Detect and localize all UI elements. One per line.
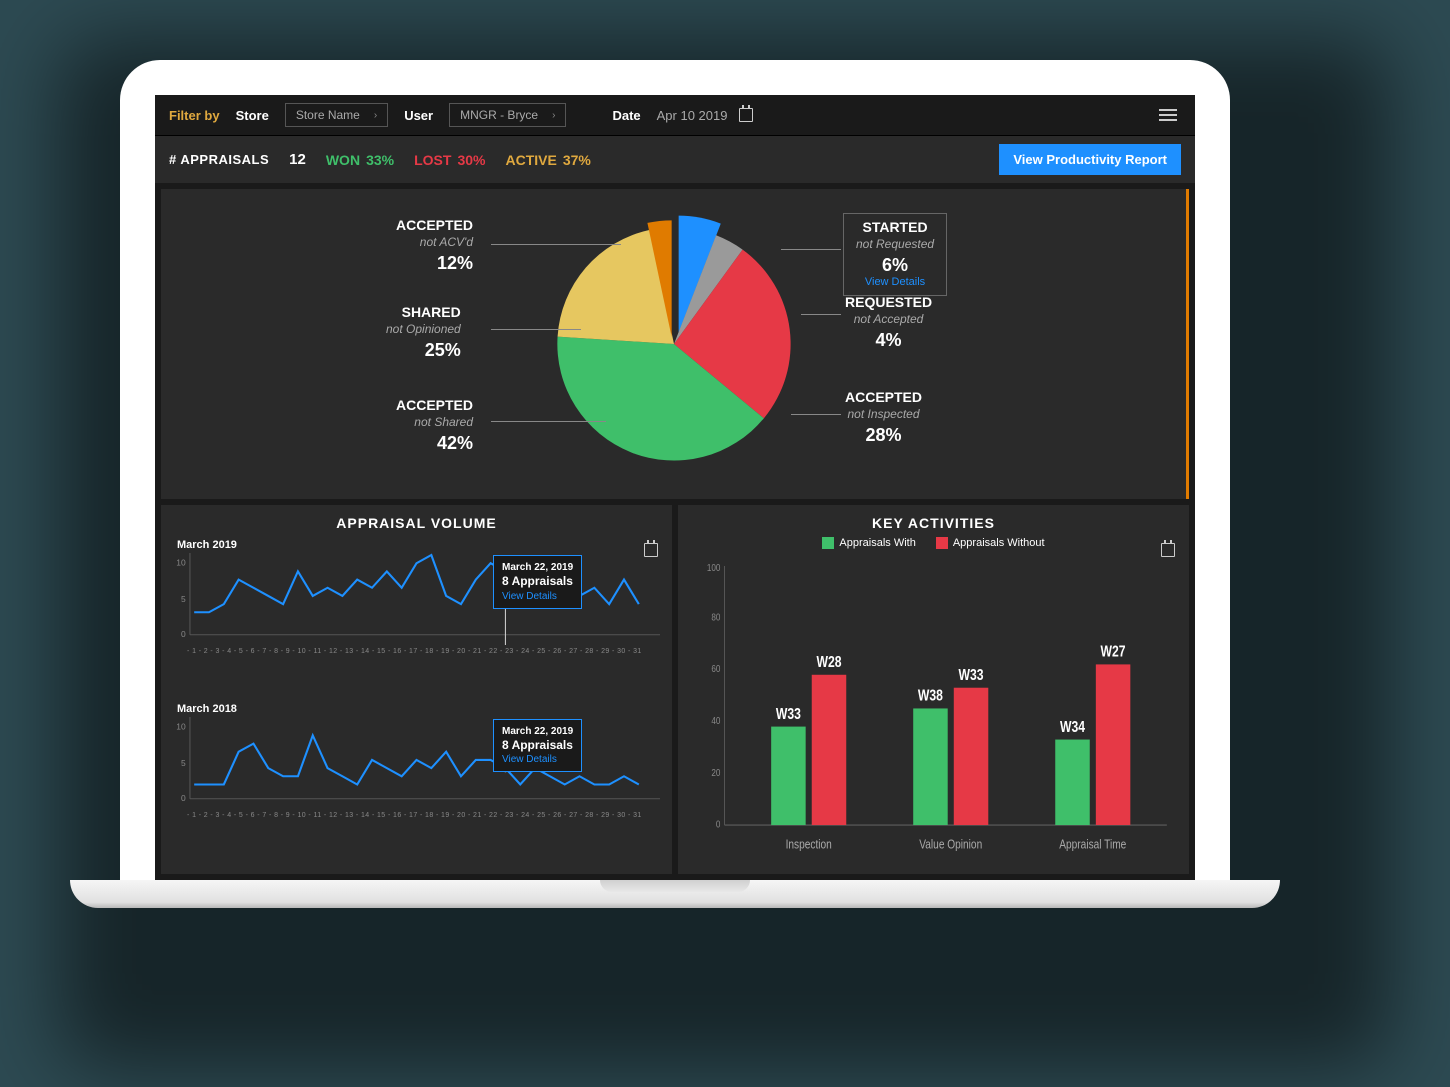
- chevron-right-icon: ›: [374, 110, 377, 121]
- date-label: Date: [612, 108, 640, 123]
- key-activities-title: KEY ACTIVITIES: [690, 515, 1177, 531]
- laptop-base: [70, 880, 1280, 908]
- stat-won: WON33%: [326, 152, 394, 168]
- stats-bar: # APPRAISALS 12 WON33% LOST30% ACTIVE37%…: [155, 135, 1195, 183]
- key-activities-panel: KEY ACTIVITIES Appraisals With Appraisal…: [678, 505, 1189, 874]
- svg-text:20: 20: [711, 767, 720, 778]
- line-chart-2019: March 2019 10 5 0 - 1 - 2 - 3 - 4 - 5 - …: [173, 537, 660, 701]
- store-select-value: Store Name: [296, 108, 360, 122]
- user-select[interactable]: MNGR - Bryce ›: [449, 103, 566, 127]
- svg-text:40: 40: [711, 715, 720, 726]
- user-label: User: [404, 108, 433, 123]
- svg-text:10: 10: [176, 557, 186, 567]
- callout-requested: REQUESTED not Accepted 4%: [845, 294, 932, 351]
- svg-text:60: 60: [711, 663, 720, 674]
- calendar-icon: [739, 108, 753, 122]
- pie-panel: STARTED not Requested 6% View Details RE…: [161, 189, 1189, 499]
- svg-text:80: 80: [711, 612, 720, 623]
- svg-text:W33: W33: [959, 666, 984, 684]
- date-picker[interactable]: Apr 10 2019: [657, 108, 754, 123]
- filter-bar: Filter by Store Store Name › User MNGR -…: [155, 95, 1195, 135]
- svg-text:W38: W38: [918, 686, 943, 704]
- svg-text:5: 5: [181, 758, 186, 768]
- appraisals-title: # APPRAISALS: [169, 152, 269, 167]
- date-value: Apr 10 2019: [657, 108, 728, 123]
- svg-text:Value Opinion: Value Opinion: [919, 837, 982, 851]
- chevron-right-icon: ›: [552, 110, 555, 121]
- appraisal-volume-panel: APPRAISAL VOLUME March 2019 10 5 0 - 1: [161, 505, 672, 874]
- svg-text:0: 0: [181, 792, 186, 802]
- menu-button[interactable]: [1155, 105, 1181, 125]
- callout-shared: SHARED not Opinioned 25%: [386, 304, 461, 361]
- key-activities-bar-chart: 0 20 40 60 80 100 W33 W28 Inspection: [690, 553, 1177, 864]
- store-select[interactable]: Store Name ›: [285, 103, 388, 127]
- status-pie-chart: [534, 204, 814, 484]
- svg-text:5: 5: [181, 594, 186, 604]
- callout-accepted-not-shared: ACCEPTED not Shared 42%: [396, 397, 473, 454]
- view-details-link[interactable]: View Details: [856, 276, 934, 290]
- dashboard-screen: Filter by Store Store Name › User MNGR -…: [155, 95, 1195, 880]
- key-activities-legend: Appraisals With Appraisals Without: [690, 537, 1177, 549]
- view-details-link[interactable]: View Details: [502, 590, 573, 603]
- chart-tooltip-2019[interactable]: March 22, 2019 8 Appraisals View Details: [493, 555, 582, 609]
- filter-by-label: Filter by: [169, 108, 220, 123]
- view-details-link[interactable]: View Details: [502, 753, 573, 766]
- view-productivity-report-button[interactable]: View Productivity Report: [999, 144, 1181, 175]
- line-chart-2018: March 2018 10 5 0 - 1 - 2 - 3 - 4 - 5 - …: [173, 701, 660, 865]
- svg-text:Appraisal Time: Appraisal Time: [1059, 837, 1126, 851]
- svg-text:10: 10: [176, 721, 186, 731]
- callout-started[interactable]: STARTED not Requested 6% View Details: [843, 213, 947, 296]
- stat-lost: LOST30%: [414, 152, 485, 168]
- svg-text:Inspection: Inspection: [786, 837, 832, 851]
- callout-accepted-not-inspected: ACCEPTED not Inspected 28%: [845, 389, 922, 446]
- callout-accepted-not-acvd: ACCEPTED not ACV'd 12%: [396, 217, 473, 274]
- stat-active: ACTIVE37%: [505, 152, 590, 168]
- svg-text:100: 100: [707, 562, 721, 573]
- svg-text:0: 0: [716, 819, 721, 830]
- svg-text:W33: W33: [776, 704, 801, 722]
- svg-text:W28: W28: [816, 653, 841, 671]
- user-select-value: MNGR - Bryce: [460, 108, 538, 122]
- bottom-row: APPRAISAL VOLUME March 2019 10 5 0 - 1: [161, 505, 1189, 874]
- store-label: Store: [236, 108, 269, 123]
- svg-text:W27: W27: [1101, 642, 1126, 660]
- svg-text:W34: W34: [1060, 717, 1085, 735]
- chart-tooltip-2018[interactable]: March 22, 2019 8 Appraisals View Details: [493, 719, 582, 773]
- laptop-frame: Filter by Store Store Name › User MNGR -…: [120, 60, 1230, 880]
- appraisals-count: 12: [289, 151, 306, 168]
- svg-text:0: 0: [181, 629, 186, 639]
- appraisal-volume-title: APPRAISAL VOLUME: [173, 515, 660, 531]
